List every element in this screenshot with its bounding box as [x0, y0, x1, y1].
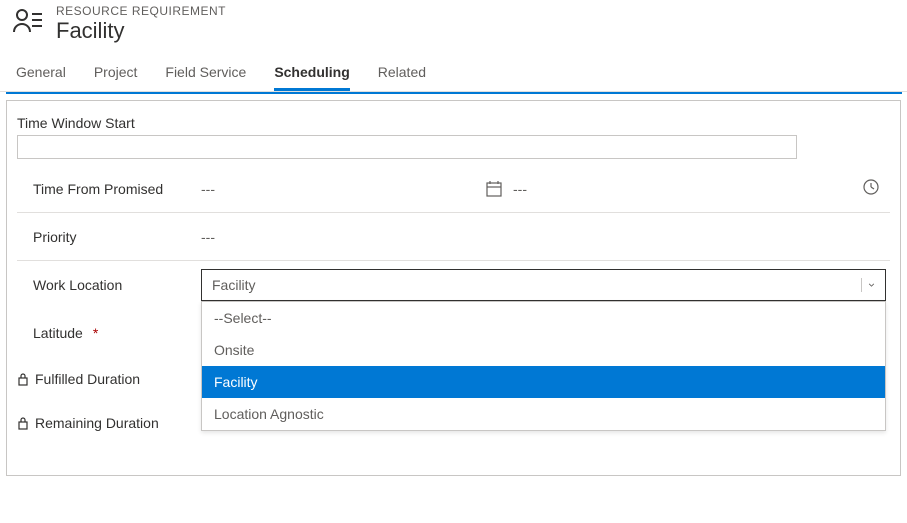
time-from-promised-date-value[interactable]: ---: [201, 181, 215, 197]
tab-project[interactable]: Project: [94, 54, 138, 91]
calendar-icon[interactable]: [485, 180, 503, 198]
field-work-location: Work Location Facility --Select-- Onsite…: [17, 261, 890, 309]
time-from-promised-label: Time From Promised: [33, 181, 201, 197]
tab-general[interactable]: General: [16, 54, 66, 91]
tab-field-service[interactable]: Field Service: [165, 54, 246, 91]
work-location-dropdown: --Select-- Onsite Facility Location Agno…: [201, 301, 886, 431]
work-location-option-select[interactable]: --Select--: [202, 302, 885, 334]
fulfilled-duration-label: Fulfilled Duration: [35, 371, 140, 387]
priority-value[interactable]: ---: [201, 229, 215, 245]
page-header: RESOURCE REQUIREMENT Facility: [0, 0, 907, 54]
time-from-promised-time-value[interactable]: ---: [513, 181, 527, 197]
priority-label: Priority: [33, 229, 201, 245]
tab-underline: [6, 92, 902, 94]
latitude-label: Latitude: [33, 325, 83, 341]
remaining-duration-label: Remaining Duration: [35, 415, 159, 431]
work-location-select[interactable]: Facility --Select-- Onsite Facility Loca…: [201, 269, 886, 301]
time-window-start-input[interactable]: [17, 135, 797, 159]
tab-related[interactable]: Related: [378, 54, 426, 91]
form-panel: Time Window Start Time From Promised ---…: [6, 100, 901, 476]
entity-icon: [12, 6, 44, 38]
clock-icon[interactable]: [862, 178, 880, 196]
work-location-value: Facility: [212, 277, 256, 293]
lock-icon: [17, 372, 29, 386]
page-title: Facility: [56, 18, 226, 44]
required-indicator: *: [93, 325, 98, 341]
lock-icon: [17, 416, 29, 430]
tab-scheduling[interactable]: Scheduling: [274, 54, 349, 91]
field-priority: Priority ---: [17, 213, 890, 261]
work-location-label: Work Location: [33, 277, 201, 293]
chevron-down-icon: [861, 278, 875, 292]
field-time-from-promised: Time From Promised --- ---: [17, 165, 890, 213]
work-location-option-onsite[interactable]: Onsite: [202, 334, 885, 366]
entity-type-label: RESOURCE REQUIREMENT: [56, 4, 226, 18]
field-time-window-start: Time Window Start: [17, 115, 890, 159]
time-window-start-label: Time Window Start: [17, 115, 890, 131]
work-location-option-facility[interactable]: Facility: [202, 366, 885, 398]
tab-bar: General Project Field Service Scheduling…: [0, 54, 907, 92]
work-location-option-agnostic[interactable]: Location Agnostic: [202, 398, 885, 430]
